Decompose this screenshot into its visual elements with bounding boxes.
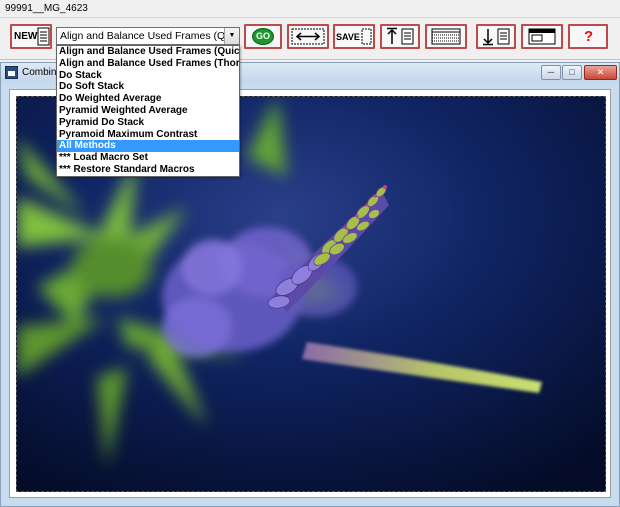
grid-icon xyxy=(431,28,461,45)
dropdown-option[interactable]: Align and Balance Used Frames (Thor xyxy=(57,58,239,70)
fit-width-icon xyxy=(291,28,325,45)
grid-button[interactable] xyxy=(425,24,467,49)
save-button[interactable]: SAVE xyxy=(333,24,375,49)
chevron-down-icon[interactable]: ▼ xyxy=(224,28,239,44)
move-down-button[interactable] xyxy=(476,24,516,49)
window-icon xyxy=(528,28,556,45)
help-icon: ? xyxy=(584,28,594,45)
method-select[interactable]: Align and Balance Used Frames (Q ▼ xyxy=(56,27,240,45)
dropdown-option[interactable]: Do Stack xyxy=(57,70,239,82)
move-up-icon xyxy=(387,27,414,45)
move-down-icon xyxy=(483,28,510,46)
go-button[interactable]: GO xyxy=(244,24,282,49)
fit-width-button[interactable] xyxy=(287,24,329,49)
method-select-value: Align and Balance Used Frames (Q xyxy=(60,30,226,42)
window-button[interactable] xyxy=(521,24,563,49)
window-title: 99991__MG_4623 xyxy=(5,3,88,14)
dropdown-option[interactable]: Pyramoid Maximum Contrast xyxy=(57,129,239,141)
dropdown-option[interactable]: *** Load Macro Set xyxy=(57,152,239,164)
app-icon xyxy=(5,66,18,79)
minimize-button[interactable]: ─ xyxy=(541,65,561,80)
move-up-button[interactable] xyxy=(380,24,420,49)
close-button[interactable]: ✕ xyxy=(584,65,617,80)
dropdown-option[interactable]: Do Weighted Average xyxy=(57,93,239,105)
dropdown-option[interactable]: Pyramid Do Stack xyxy=(57,117,239,129)
document-icon xyxy=(37,27,50,46)
app-window: 99991__MG_4623 NEW Align and Balance Use… xyxy=(0,0,620,507)
go-icon: GO xyxy=(252,28,274,45)
maximize-button[interactable]: □ xyxy=(562,65,582,80)
dropdown-option[interactable]: Do Soft Stack xyxy=(57,81,239,93)
dropdown-option[interactable]: Pyramid Weighted Average xyxy=(57,105,239,117)
method-dropdown-list: Align and Balance Used Frames (Quic Alig… xyxy=(56,45,240,177)
dropdown-option[interactable]: Align and Balance Used Frames (Quic xyxy=(57,46,239,58)
save-icon xyxy=(361,28,372,45)
title-bar: 99991__MG_4623 xyxy=(0,0,620,18)
dropdown-option[interactable]: *** Restore Standard Macros xyxy=(57,164,239,176)
dropdown-option-selected[interactable]: All Methods xyxy=(57,140,239,153)
new-button[interactable]: NEW xyxy=(10,24,52,49)
help-button[interactable]: ? xyxy=(568,24,608,49)
